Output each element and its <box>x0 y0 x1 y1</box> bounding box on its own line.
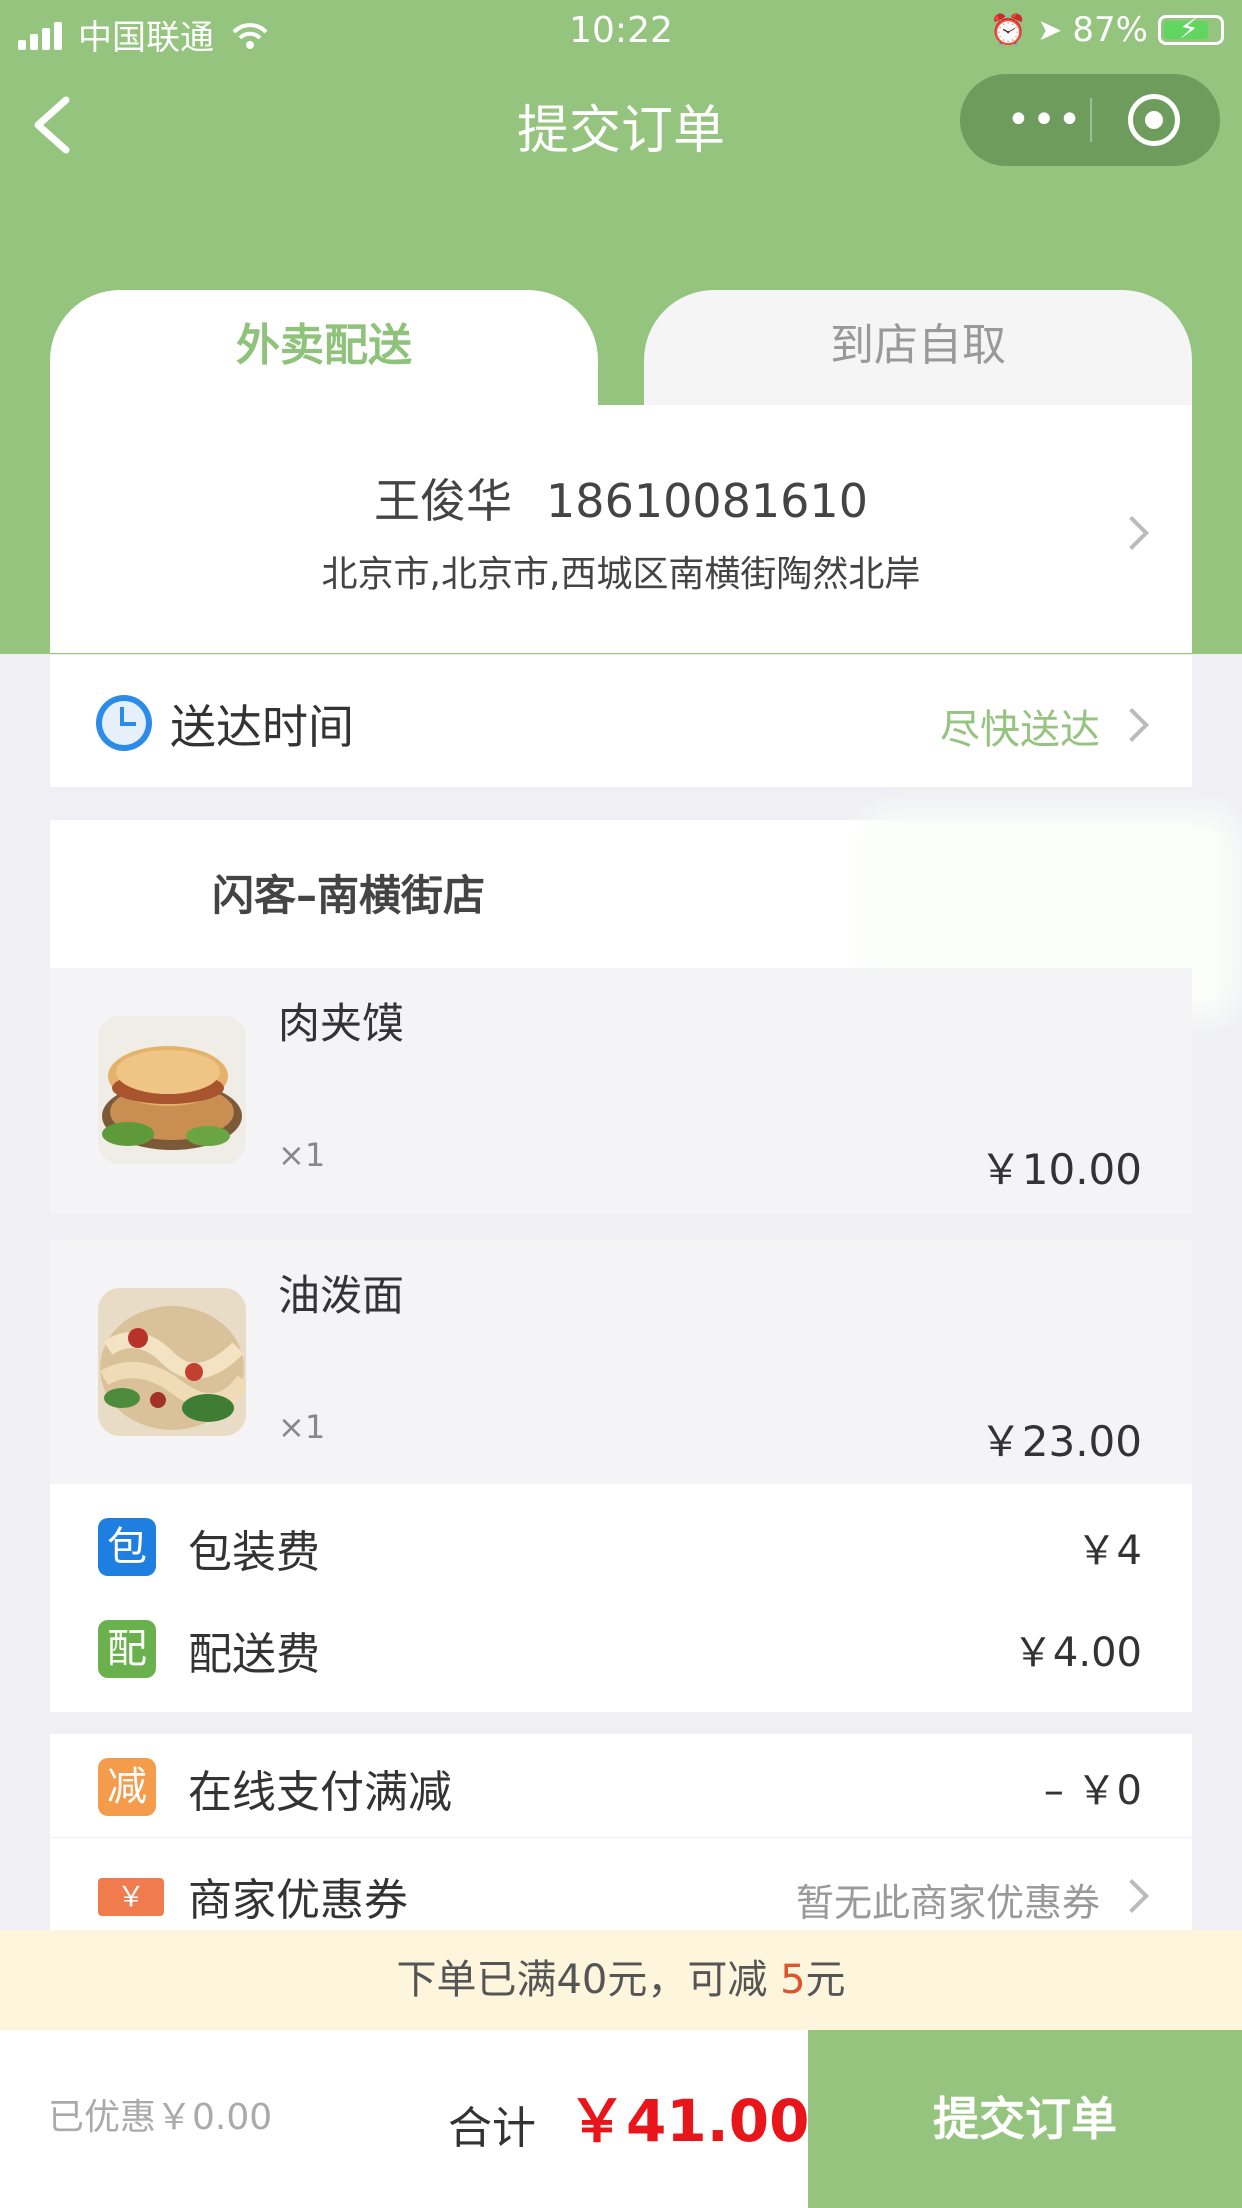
delivery-fee-label: 配送费 <box>188 1629 320 1680</box>
status-bar: 中国联通 10:22 ⏰ ➤ 87% ⚡ <box>0 0 1242 60</box>
alarm-icon: ⏰ <box>989 12 1028 48</box>
delivery-fee-row: 配 配送费 ￥4.00 <box>50 1612 1192 1692</box>
clock-icon <box>96 695 152 751</box>
address-card[interactable]: 王俊华 18610081610 北京市,北京市,西城区南横街陶然北岸 <box>50 405 1192 653</box>
tab-delivery[interactable]: 外卖配送 <box>50 290 598 420</box>
item-quantity: ×1 <box>278 1408 326 1446</box>
saved-amount: 已优惠￥0.00 <box>48 2097 273 2138</box>
fees-section: 包 包装费 ￥4 配 配送费 ￥4.00 <box>50 1484 1192 1712</box>
battery-percent: 87% <box>1072 10 1148 50</box>
capsule-divider <box>1090 98 1092 142</box>
discounts-section: 减 在线支付满减 – ￥0 ￥ 商家优惠券 暂无此商家优惠券 <box>50 1734 1192 1930</box>
item-price: ￥10.00 <box>979 1145 1142 1194</box>
address-line: 北京市,北京市,西城区南横街陶然北岸 <box>321 554 921 595</box>
chevron-right-icon <box>1115 1879 1149 1913</box>
online-discount-row: 减 在线支付满减 – ￥0 <box>50 1750 1192 1830</box>
discount-badge-icon: 减 <box>98 1758 156 1816</box>
recipient-phone: 18610081610 <box>546 474 868 528</box>
location-icon: ➤ <box>1037 12 1063 48</box>
item-price: ￥23.00 <box>979 1417 1142 1466</box>
coupon-row[interactable]: ￥ 商家优惠券 暂无此商家优惠券 <box>50 1858 1192 1938</box>
order-item: 油泼面 ×1 ￥23.00 <box>50 1240 1192 1486</box>
online-discount-value: – ￥0 <box>1043 1768 1142 1814</box>
delivery-time-label: 送达时间 <box>170 700 354 754</box>
packaging-badge-icon: 包 <box>98 1518 156 1576</box>
packaging-fee-row: 包 包装费 ￥4 <box>50 1510 1192 1590</box>
recipient-name: 王俊华 <box>374 474 513 528</box>
coupon-icon: ￥ <box>98 1878 164 1916</box>
promo-banner: 下单已满40元，可减 5元 <box>0 1930 1242 2030</box>
battery-icon: ⚡ <box>1158 12 1224 45</box>
target-icon[interactable] <box>1128 94 1180 146</box>
coupon-label: 商家优惠券 <box>188 1875 408 1926</box>
submit-order-button[interactable]: 提交订单 <box>808 2030 1242 2208</box>
total-label: 合计 <box>448 2103 536 2154</box>
promo-unit: 元 <box>805 1957 846 2003</box>
delivery-fee-value: ￥4.00 <box>1012 1630 1142 1676</box>
delivery-time-value: 尽快送达 <box>940 707 1100 753</box>
item-quantity: ×1 <box>278 1136 326 1174</box>
online-discount-label: 在线支付满减 <box>188 1767 452 1818</box>
shop-name: 闪客–南横街店 <box>212 871 486 920</box>
delivery-time-row[interactable]: 送达时间 尽快送达 <box>50 654 1192 787</box>
packaging-fee-value: ￥4 <box>1076 1528 1142 1574</box>
food-image-roujiamo <box>98 1016 246 1164</box>
chevron-right-icon <box>1115 708 1149 742</box>
promo-amount: 5 <box>780 1957 806 2003</box>
order-item: 肉夹馍 ×1 ￥10.00 <box>50 968 1192 1214</box>
coupon-value: 暂无此商家优惠券 <box>795 1881 1100 1925</box>
divider <box>50 1837 1192 1838</box>
recipient-info: 王俊华 18610081610 <box>50 465 1192 531</box>
packaging-fee-label: 包装费 <box>188 1527 320 1578</box>
item-name: 肉夹馍 <box>278 999 405 1048</box>
total-amount: ￥41.00 <box>568 2087 810 2155</box>
promo-text: 下单已满40元，可减 <box>396 1957 781 2003</box>
delivery-badge-icon: 配 <box>98 1620 156 1678</box>
navigation-bar: 提交订单 ••• <box>0 60 1242 190</box>
more-dots-icon[interactable]: ••• <box>1000 74 1090 166</box>
food-image-youpomian <box>98 1288 246 1436</box>
item-name: 油泼面 <box>278 1271 405 1320</box>
tab-pickup[interactable]: 到店自取 <box>644 290 1192 410</box>
mini-program-capsule: ••• <box>960 74 1220 166</box>
